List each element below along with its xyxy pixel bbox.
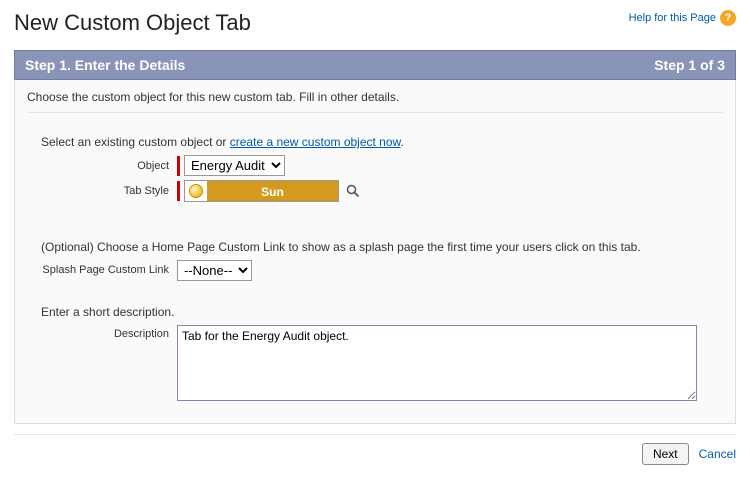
splash-section-prompt: (Optional) Choose a Home Page Custom Lin… xyxy=(41,240,723,254)
description-section-prompt: Enter a short description. xyxy=(41,305,723,319)
tab-style-display[interactable]: Sun xyxy=(184,180,339,202)
object-field-label: Object xyxy=(27,160,177,172)
description-textarea[interactable]: Tab for the Energy Audit object. xyxy=(177,325,697,401)
splash-link-select[interactable]: --None-- xyxy=(177,260,252,281)
help-link-label: Help for this Page xyxy=(629,12,716,24)
help-icon: ? xyxy=(720,10,736,26)
cancel-link[interactable]: Cancel xyxy=(699,447,736,461)
tab-style-value: Sun xyxy=(207,181,338,201)
details-panel: Choose the custom object for this new cu… xyxy=(14,80,736,424)
sun-icon xyxy=(185,180,207,202)
object-prompt-prefix: Select an existing custom object or xyxy=(41,135,230,149)
panel-instruction: Choose the custom object for this new cu… xyxy=(27,90,723,104)
splash-link-field-label: Splash Page Custom Link xyxy=(27,264,177,277)
description-field-label: Description xyxy=(27,325,177,340)
object-section-prompt: Select an existing custom object or crea… xyxy=(41,135,723,149)
wizard-footer: Next Cancel xyxy=(14,434,736,465)
tab-style-lookup-icon[interactable] xyxy=(345,183,361,199)
page-title: New Custom Object Tab xyxy=(14,10,251,36)
step-title: Step 1. Enter the Details xyxy=(25,57,185,73)
object-prompt-suffix: . xyxy=(401,135,404,149)
create-custom-object-link[interactable]: create a new custom object now xyxy=(230,135,401,149)
step-progress: Step 1 of 3 xyxy=(654,57,725,73)
help-for-page-link[interactable]: Help for this Page ? xyxy=(629,10,736,26)
next-button[interactable]: Next xyxy=(642,443,689,465)
step-header-bar: Step 1. Enter the Details Step 1 of 3 xyxy=(14,50,736,80)
required-indicator xyxy=(177,156,180,176)
tab-style-field-label: Tab Style xyxy=(27,185,177,197)
required-indicator xyxy=(177,181,180,201)
object-select[interactable]: Energy Audit xyxy=(184,155,285,176)
